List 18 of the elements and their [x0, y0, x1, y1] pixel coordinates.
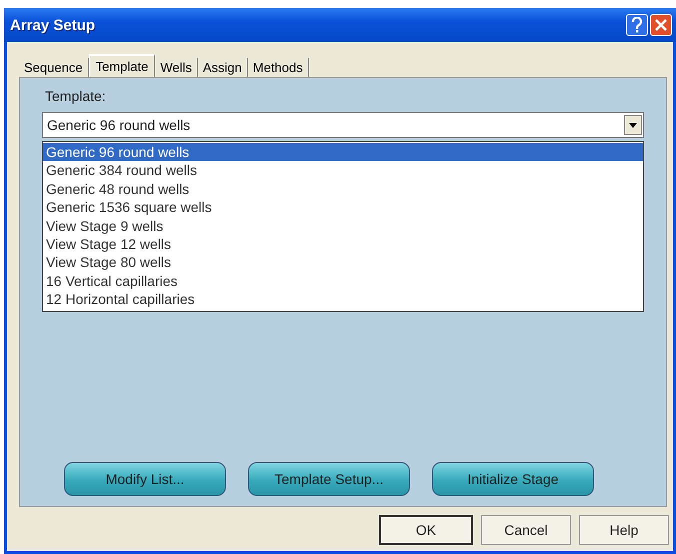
help-button[interactable] [626, 14, 648, 36]
close-button[interactable] [650, 14, 672, 36]
caret-icon [629, 122, 637, 128]
template-dropdown[interactable]: Generic 96 round wells [42, 112, 644, 138]
dropdown-value: Generic 96 round wells [46, 117, 192, 133]
dialog-button[interactable]: Cancel [481, 515, 571, 545]
close-icon [655, 19, 667, 31]
panel-button[interactable]: Modify List... [64, 462, 226, 496]
window-title: Array Setup [10, 16, 96, 34]
tab[interactable]: Template [88, 54, 156, 77]
dropdown-button[interactable] [624, 115, 642, 135]
template-label: Template: [45, 88, 107, 104]
question-mark-icon [631, 17, 643, 33]
dropdown-option[interactable]: Generic 96 round wells [43, 143, 643, 162]
panel-button[interactable]: Template Setup... [248, 462, 410, 496]
dialog-button[interactable]: Help [579, 515, 669, 545]
panel-button[interactable]: Initialize Stage [432, 462, 594, 496]
dialog-button[interactable]: OK [379, 515, 473, 545]
